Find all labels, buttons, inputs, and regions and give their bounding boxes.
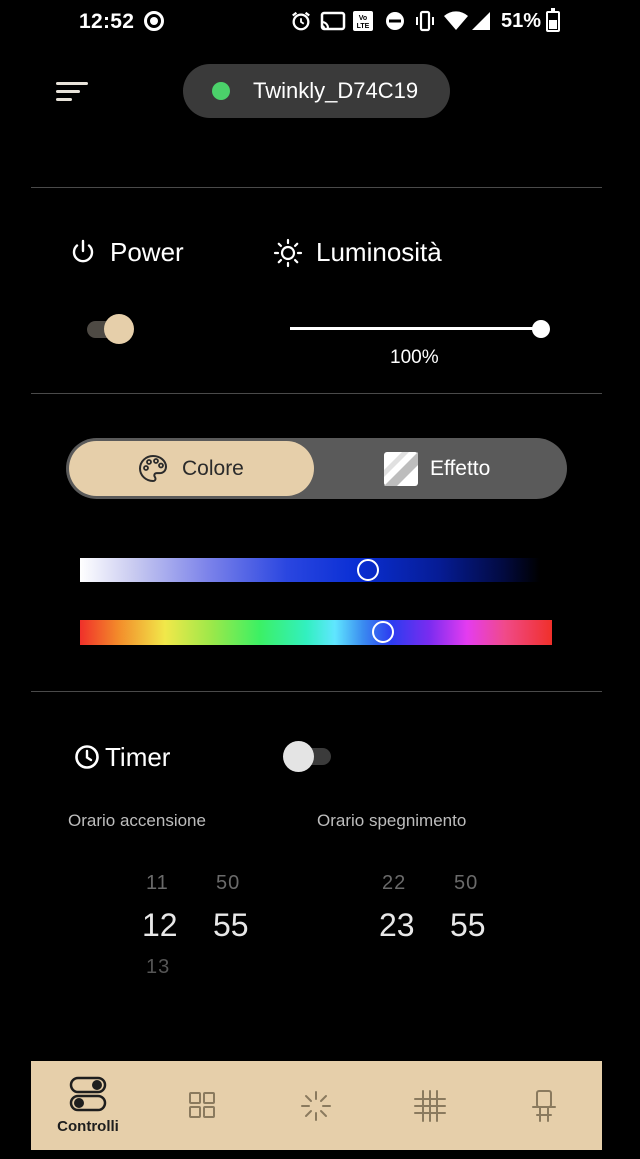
signal-icon [472, 12, 490, 30]
divider [31, 393, 602, 394]
svg-text:LTE: LTE [357, 23, 370, 30]
brightness-value: 100% [390, 347, 439, 368]
notification-icon [144, 11, 164, 31]
clock-icon [75, 745, 99, 769]
effect-icon [384, 452, 418, 486]
vibrate-icon [416, 10, 434, 32]
off-minute-prev[interactable]: 50 [454, 872, 478, 895]
divider [31, 691, 602, 692]
timer-label: Timer [105, 742, 171, 772]
hue-slider[interactable] [80, 620, 552, 645]
battery-icon [546, 8, 560, 32]
mode-switch: Colore Effetto [66, 438, 567, 499]
off-hour[interactable]: 23 [379, 907, 415, 944]
nav-layouts[interactable] [145, 1061, 259, 1150]
power-label: Power [110, 237, 184, 267]
battery-percent: 51% [501, 10, 542, 32]
dnd-icon [386, 12, 404, 30]
saturation-slider[interactable] [80, 558, 540, 582]
controls-icon [69, 1076, 107, 1112]
volte-icon: Vo LTE [353, 11, 373, 31]
off-hour-prev[interactable]: 22 [382, 872, 406, 895]
tab-effect[interactable]: Effetto [316, 441, 564, 496]
divider [31, 187, 602, 188]
device-name: Twinkly_D74C19 [253, 78, 419, 103]
tab-color-label: Colore [182, 457, 244, 480]
off-minute[interactable]: 55 [450, 907, 486, 944]
brightness-label: Luminosità [316, 237, 442, 267]
sparkle-icon [301, 1091, 331, 1121]
device-status-dot [212, 82, 230, 100]
wifi-icon [444, 11, 468, 30]
on-hour[interactable]: 12 [142, 907, 178, 944]
grid-icon [189, 1092, 215, 1118]
power-icon [72, 239, 94, 263]
palette-icon [138, 454, 168, 483]
brightness-slider-thumb[interactable] [532, 320, 550, 338]
menu-button[interactable] [56, 82, 90, 102]
timer-toggle-knob [283, 741, 314, 772]
on-minute-prev[interactable]: 50 [216, 872, 240, 895]
device-selector[interactable]: Twinkly_D74C19 [183, 64, 450, 118]
nav-controls-label: Controlli [57, 1118, 119, 1135]
hue-slider-thumb[interactable] [372, 621, 394, 643]
off-time-label: Orario spegnimento [317, 811, 467, 830]
nav-mapping[interactable] [373, 1061, 487, 1150]
tab-effect-label: Effetto [430, 457, 491, 480]
brightness-icon [273, 238, 303, 268]
power-toggle-knob [104, 314, 134, 344]
timer-toggle[interactable] [283, 740, 335, 774]
on-time-label: Orario accensione [68, 811, 206, 830]
brightness-slider[interactable] [290, 318, 550, 340]
cast-icon [320, 11, 346, 31]
status-time: 12:52 [79, 10, 135, 33]
tab-color[interactable]: Colore [69, 441, 314, 496]
device-icon [532, 1090, 556, 1122]
nav-controls[interactable]: Controlli [31, 1061, 145, 1150]
nav-effects[interactable] [259, 1061, 373, 1150]
bottom-nav: Controlli [31, 1061, 602, 1150]
svg-text:Vo: Vo [359, 15, 367, 22]
nav-device[interactable] [487, 1061, 601, 1150]
on-hour-next[interactable]: 13 [146, 956, 170, 979]
on-minute[interactable]: 55 [213, 907, 249, 944]
power-toggle[interactable] [85, 313, 137, 345]
mapping-icon [414, 1090, 446, 1122]
alarm-icon [292, 11, 310, 31]
on-hour-prev[interactable]: 11 [146, 872, 169, 895]
saturation-slider-thumb[interactable] [357, 559, 379, 581]
